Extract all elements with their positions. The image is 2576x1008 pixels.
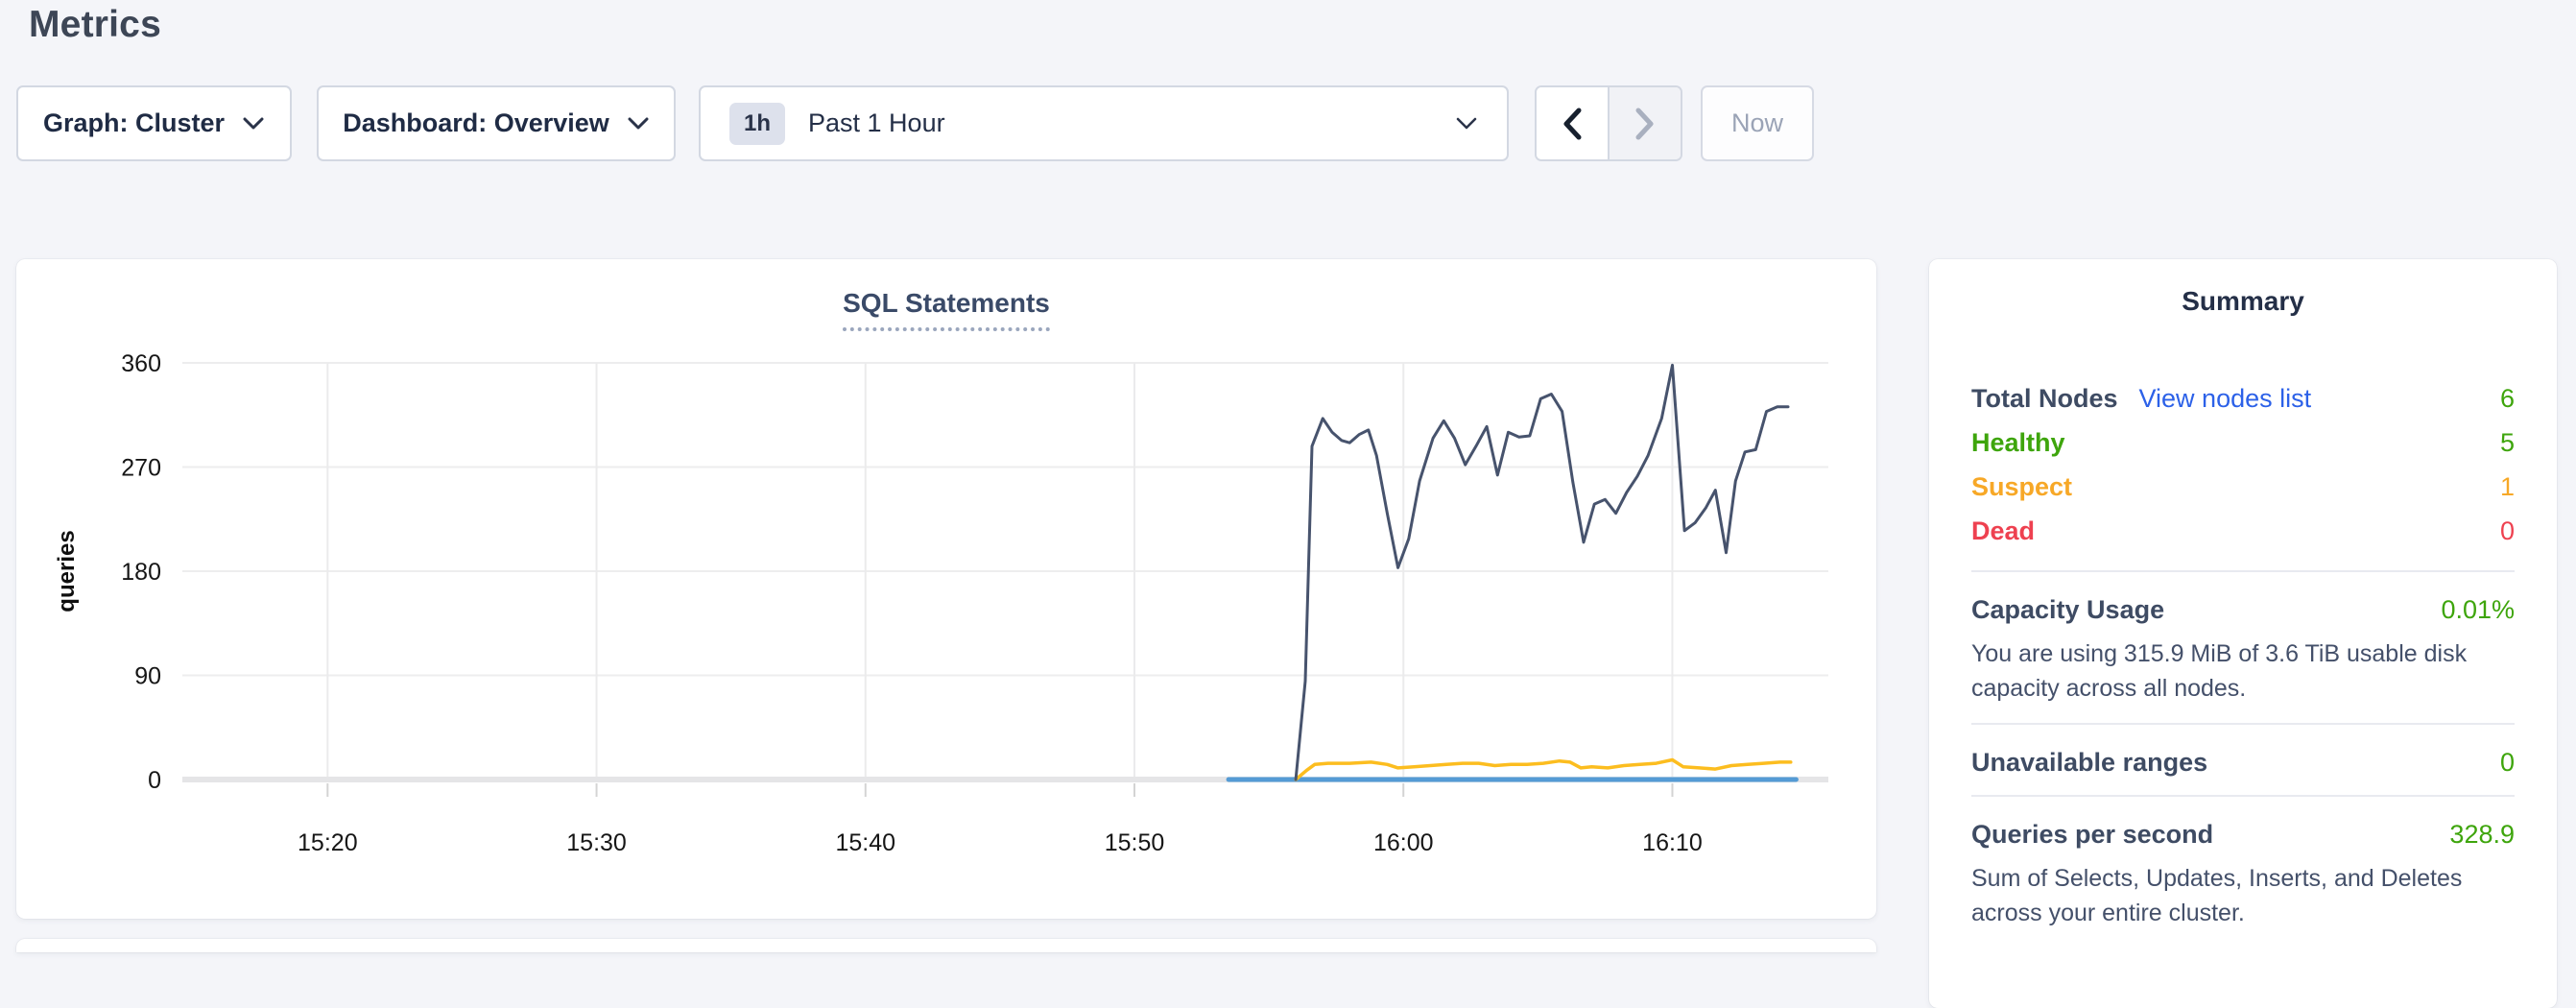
queries-per-second-section: Queries per second 328.9 Sum of Selects,… — [1971, 820, 2515, 930]
sql-statements-plot[interactable]: 0 90 180 270 360 15:20 15:30 15:40 15:50 16:00 16:… — [16, 259, 1876, 919]
time-range-badge: 1h — [729, 103, 785, 145]
chevron-down-icon — [1455, 116, 1478, 131]
x-tick-label: 15:20 — [298, 829, 358, 856]
series-secondary-statements — [1296, 760, 1791, 780]
y-tick-label: 270 — [121, 455, 161, 482]
queries-per-second-description: Sum of Selects, Updates, Inserts, and De… — [1971, 861, 2515, 930]
y-tick-label: 360 — [121, 350, 161, 377]
step-forward-button[interactable] — [1608, 87, 1681, 159]
dead-nodes-value: 0 — [2500, 516, 2515, 546]
time-range-label: Past 1 Hour — [808, 108, 945, 138]
healthy-nodes-value: 5 — [2500, 428, 2515, 458]
suspect-nodes-row: Suspect 1 — [1971, 465, 2515, 509]
time-range-dropdown[interactable]: 1h Past 1 Hour — [699, 85, 1509, 161]
x-tick-label: 15:30 — [566, 829, 627, 856]
summary-title: Summary — [1971, 286, 2515, 317]
graph-dropdown[interactable]: Graph: Cluster — [16, 85, 292, 161]
capacity-usage-label: Capacity Usage — [1971, 595, 2164, 625]
now-button[interactable]: Now — [1701, 85, 1814, 161]
page-title: Metrics — [29, 4, 161, 46]
total-nodes-label: Total Nodes — [1971, 384, 2118, 414]
y-tick-label: 180 — [121, 559, 161, 586]
total-nodes-row: Total Nodes View nodes list 6 — [1971, 376, 2515, 420]
dashboard-dropdown-label: Dashboard: Overview — [343, 108, 609, 138]
unavailable-ranges-label: Unavailable ranges — [1971, 748, 2207, 778]
summary-panel: Summary Total Nodes View nodes list 6 He… — [1929, 259, 2557, 1008]
capacity-usage-description: You are using 315.9 MiB of 3.6 TiB usabl… — [1971, 636, 2515, 706]
dead-nodes-row: Dead 0 — [1971, 509, 2515, 553]
unavailable-ranges-section: Unavailable ranges 0 — [1971, 748, 2515, 778]
view-nodes-list-link[interactable]: View nodes list — [2139, 384, 2312, 414]
divider — [1971, 795, 2515, 797]
divider — [1971, 570, 2515, 572]
suspect-nodes-label: Suspect — [1971, 472, 2072, 502]
queries-per-second-value: 328.9 — [2449, 820, 2515, 850]
series-total-statements — [1296, 365, 1788, 780]
time-step-buttons — [1535, 85, 1682, 161]
suspect-nodes-value: 1 — [2500, 472, 2515, 502]
total-nodes-value: 6 — [2500, 384, 2515, 414]
node-status-list: Total Nodes View nodes list 6 Healthy 5 … — [1971, 376, 2515, 553]
x-tick-label: 16:10 — [1642, 829, 1703, 856]
dead-nodes-label: Dead — [1971, 516, 2035, 546]
queries-per-second-label: Queries per second — [1971, 820, 2213, 850]
chevron-left-icon — [1562, 108, 1583, 140]
chevron-right-icon — [1634, 108, 1656, 140]
y-axis-label: queries — [54, 530, 80, 612]
x-tick-label: 15:40 — [835, 829, 895, 856]
divider — [1971, 723, 2515, 725]
capacity-usage-section: Capacity Usage 0.01% You are using 315.9… — [1971, 595, 2515, 706]
unavailable-ranges-value: 0 — [2500, 748, 2515, 778]
graph-dropdown-label: Graph: Cluster — [43, 108, 225, 138]
capacity-usage-value: 0.01% — [2441, 595, 2515, 625]
chevron-down-icon — [627, 116, 650, 131]
healthy-nodes-label: Healthy — [1971, 428, 2065, 458]
chevron-down-icon — [242, 116, 265, 131]
x-tick-label: 15:50 — [1105, 829, 1165, 856]
x-tick-label: 16:00 — [1373, 829, 1434, 856]
sql-statements-chart-card: SQL Statements 09018027036015:2015:3015:… — [16, 259, 1876, 919]
healthy-nodes-row: Healthy 5 — [1971, 420, 2515, 465]
dashboard-dropdown[interactable]: Dashboard: Overview — [317, 85, 676, 161]
y-tick-label: 90 — [134, 663, 161, 690]
y-tick-label: 0 — [148, 767, 161, 794]
step-back-button[interactable] — [1537, 87, 1608, 159]
